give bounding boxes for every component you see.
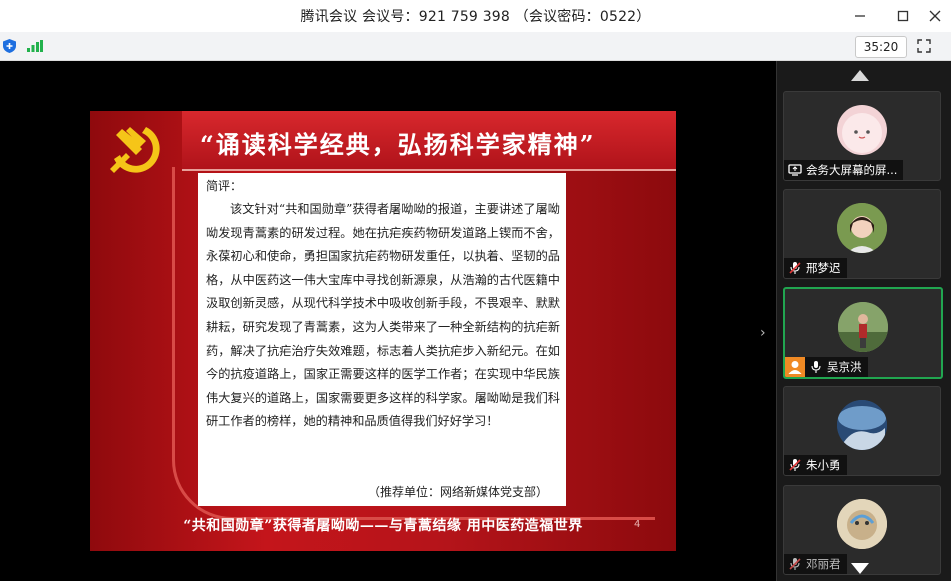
participant-tile[interactable]: 会务大屏幕的屏... bbox=[783, 91, 941, 181]
title-bar: 腾讯会议 会议号：921 759 398 （会议密码：0522） bbox=[0, 0, 951, 32]
slide-heading: “诵读科学经典，弘扬科学家精神” bbox=[200, 130, 596, 159]
maximize-icon bbox=[897, 10, 909, 22]
participant-name: 会务大屏幕的屏... bbox=[806, 163, 898, 177]
slide-page-number: 4 bbox=[634, 519, 641, 530]
mic-muted-icon bbox=[789, 558, 801, 570]
participant-tile[interactable]: 朱小勇 bbox=[783, 386, 941, 476]
avatar bbox=[837, 105, 887, 155]
maximize-button[interactable] bbox=[885, 0, 921, 32]
slide-footer: “共和国勋章”获得者屠呦呦——与青蒿结缘 用中医药造福世界 bbox=[183, 518, 583, 534]
user-icon bbox=[785, 357, 805, 377]
shared-screen: “诵读科学经典，弘扬科学家精神” 简评： 该文针对“共和国勋章”获得者屠呦呦的报… bbox=[0, 61, 775, 581]
close-icon bbox=[929, 10, 941, 22]
minimize-icon bbox=[855, 15, 865, 17]
participant-namebar: 吴京洪 bbox=[785, 357, 868, 377]
participant-namebar: 邢梦迟 bbox=[784, 258, 847, 278]
meeting-timer: 35:20 bbox=[855, 36, 907, 58]
participant-namebar: 会务大屏幕的屏... bbox=[784, 160, 904, 180]
review-credit: （推荐单位：网络新媒体党支部） bbox=[367, 485, 548, 499]
scroll-up-icon[interactable] bbox=[851, 70, 869, 81]
participant-namebar: 邓丽君 bbox=[784, 554, 847, 574]
screen-share-icon bbox=[788, 164, 802, 176]
participant-tile-active[interactable]: 吴京洪 bbox=[783, 287, 943, 379]
participants-panel: 会务大屏幕的屏... 邢梦迟 吴京洪 朱小勇 邓丽君 bbox=[776, 61, 951, 581]
review-label: 简评： bbox=[206, 179, 243, 193]
participant-tile[interactable]: 邢梦迟 bbox=[783, 189, 941, 279]
presentation-slide: “诵读科学经典，弘扬科学家精神” 简评： 该文针对“共和国勋章”获得者屠呦呦的报… bbox=[90, 111, 676, 551]
shield-icon[interactable] bbox=[3, 39, 16, 53]
participant-tile[interactable]: 邓丽君 bbox=[783, 485, 941, 575]
meeting-toolbar: 35:20 bbox=[0, 32, 951, 61]
scroll-down-icon[interactable] bbox=[851, 563, 869, 574]
party-emblem-icon bbox=[110, 127, 160, 173]
participant-name: 朱小勇 bbox=[806, 458, 841, 472]
mic-icon bbox=[811, 361, 821, 373]
minimize-button[interactable] bbox=[842, 0, 878, 32]
mic-muted-icon bbox=[789, 459, 801, 471]
participant-name: 吴京洪 bbox=[827, 360, 862, 374]
avatar bbox=[837, 203, 887, 253]
avatar bbox=[838, 302, 888, 352]
participant-name: 邢梦迟 bbox=[806, 261, 841, 275]
avatar bbox=[837, 400, 887, 450]
panel-toggle-icon[interactable]: › bbox=[760, 325, 770, 341]
participant-namebar: 朱小勇 bbox=[784, 455, 847, 475]
window-title: 腾讯会议 会议号：921 759 398 （会议密码：0522） bbox=[300, 9, 651, 25]
close-button[interactable] bbox=[917, 0, 951, 32]
review-text-panel: 简评： 该文针对“共和国勋章”获得者屠呦呦的报道，主要讲述了屠呦呦发现青蒿素的研… bbox=[198, 173, 566, 506]
fullscreen-icon[interactable] bbox=[917, 39, 931, 53]
review-body: 该文针对“共和国勋章”获得者屠呦呦的报道，主要讲述了屠呦呦发现青蒿素的研发过程。… bbox=[206, 202, 560, 429]
participant-name: 邓丽君 bbox=[806, 557, 841, 571]
mic-muted-icon bbox=[789, 262, 801, 274]
avatar bbox=[837, 499, 887, 549]
signal-icon[interactable] bbox=[27, 40, 43, 52]
